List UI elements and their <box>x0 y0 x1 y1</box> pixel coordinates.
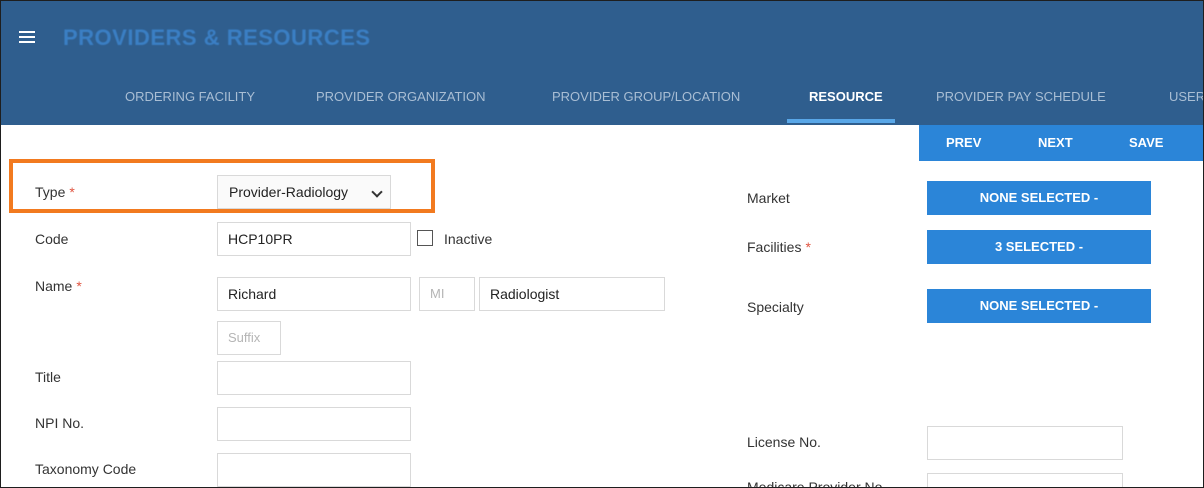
chevron-down-icon <box>371 186 383 198</box>
market-label: Market <box>747 190 790 206</box>
last-name-input[interactable]: Radiologist <box>479 277 665 311</box>
taxonomy-code-label: Taxonomy Code <box>35 461 137 477</box>
tab-provider-group-location[interactable]: PROVIDER GROUP/LOCATION <box>552 75 740 125</box>
npi-input[interactable] <box>217 407 411 441</box>
license-no-input[interactable] <box>927 426 1123 460</box>
facilities-multiselect[interactable]: 3 SELECTED - <box>927 230 1151 264</box>
app-window: PROVIDERS & RESOURCES ORDERING FACILITY … <box>0 0 1204 488</box>
code-label: Code <box>35 231 69 247</box>
title-label: Title <box>35 369 61 385</box>
code-input[interactable]: HCP10PR <box>217 222 411 256</box>
tab-bar: ORDERING FACILITY PROVIDER ORGANIZATION … <box>1 75 1203 125</box>
facilities-label: Facilities * <box>747 239 811 255</box>
action-toolbar: PREV NEXT SAVE <box>919 125 1203 161</box>
title-input[interactable] <box>217 361 411 395</box>
tab-ordering-facility[interactable]: ORDERING FACILITY <box>125 75 255 125</box>
tab-provider-pay-schedule[interactable]: PROVIDER PAY SCHEDULE <box>936 75 1106 125</box>
app-title: PROVIDERS & RESOURCES <box>63 25 371 50</box>
specialty-label: Specialty <box>747 299 804 315</box>
name-label: Name * <box>35 278 82 294</box>
middle-initial-input[interactable]: MI <box>419 277 475 311</box>
tab-user[interactable]: USER <box>1169 75 1203 125</box>
npi-label: NPI No. <box>35 415 85 431</box>
hamburger-menu-icon[interactable] <box>19 31 35 43</box>
next-button[interactable]: NEXT <box>1038 125 1073 161</box>
suffix-input[interactable]: Suffix <box>217 321 281 355</box>
first-name-input[interactable]: Richard <box>217 277 411 311</box>
taxonomy-code-input[interactable] <box>217 453 411 487</box>
medicare-provider-no-input[interactable] <box>927 473 1123 487</box>
save-button[interactable]: SAVE <box>1129 125 1163 161</box>
license-no-label: License No. <box>747 434 821 450</box>
tab-resource[interactable]: RESOURCE <box>809 75 883 125</box>
prev-button[interactable]: PREV <box>946 125 981 161</box>
type-label: Type * <box>35 184 75 200</box>
active-tab-indicator <box>787 119 895 123</box>
specialty-multiselect[interactable]: NONE SELECTED - <box>927 289 1151 323</box>
inactive-checkbox[interactable] <box>417 230 433 246</box>
type-select[interactable]: Provider-Radiology <box>217 175 391 209</box>
app-header: PROVIDERS & RESOURCES ORDERING FACILITY … <box>1 1 1203 125</box>
inactive-label: Inactive <box>444 231 493 247</box>
tab-provider-organization[interactable]: PROVIDER ORGANIZATION <box>316 75 486 125</box>
medicare-provider-no-label: Medicare Provider No. <box>747 479 887 488</box>
market-multiselect[interactable]: NONE SELECTED - <box>927 181 1151 215</box>
